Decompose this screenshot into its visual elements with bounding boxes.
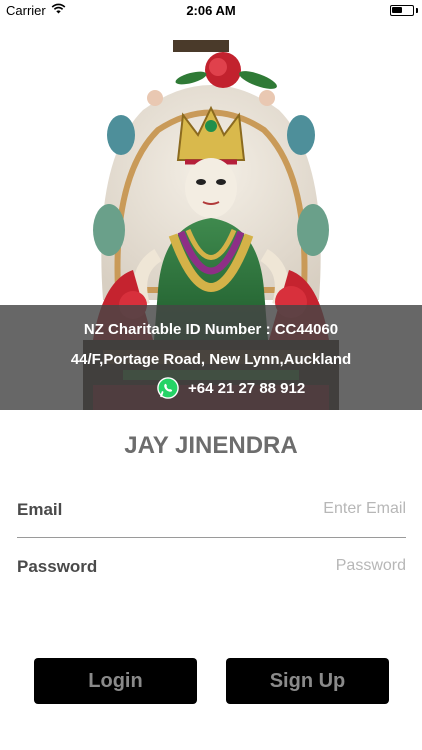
whatsapp-icon[interactable] [157,377,179,399]
battery-icon [390,5,414,16]
email-label: Email [17,500,63,519]
password-field[interactable] [206,555,406,577]
phone-row[interactable]: +64 21 27 88 912 [0,377,422,403]
battery-tip [416,8,418,13]
battery-level-fill [392,7,402,13]
status-time: 2:06 AM [186,3,236,18]
status-bar: Carrier 2:06 AM [0,0,422,22]
login-button[interactable]: Login [34,658,197,704]
phone-number[interactable]: +64 21 27 88 912 [188,380,305,397]
password-label: Password [17,557,98,576]
field-divider [17,537,406,538]
info-overlay: NZ Charitable ID Number : CC44060 44/F,P… [0,305,422,410]
email-field[interactable] [206,498,406,520]
sign-up-button[interactable]: Sign Up [226,658,389,704]
app-title: JAY JINENDRA [124,432,298,459]
charity-id-text: NZ Charitable ID Number : CC44060 [83,321,339,338]
address-text: 44/F,Portage Road, New Lynn,Auckland [70,351,352,368]
